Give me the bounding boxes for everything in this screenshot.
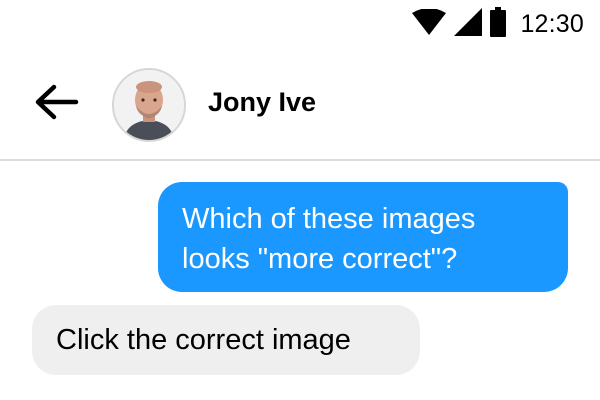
back-button[interactable] [28,82,84,126]
status-time: 12:30 [520,9,584,38]
cellular-signal-icon [454,7,483,41]
header-divider [0,159,600,161]
battery-icon [490,6,507,42]
outgoing-message-bubble[interactable]: Which of these images looks "more correc… [158,182,568,292]
chat-header: Jony Ive [0,60,600,160]
wifi-icon [412,7,447,40]
avatar[interactable] [112,68,186,142]
arrow-left-icon [32,82,80,127]
contact-name[interactable]: Jony Ive [208,87,316,118]
incoming-message-text: Click the correct image [56,324,351,356]
incoming-message-bubble[interactable]: Click the correct image [32,305,420,375]
outgoing-message-text: Which of these images looks "more correc… [182,203,476,275]
status-bar: 12:30 [0,0,600,48]
status-indicators: 12:30 [412,6,584,42]
